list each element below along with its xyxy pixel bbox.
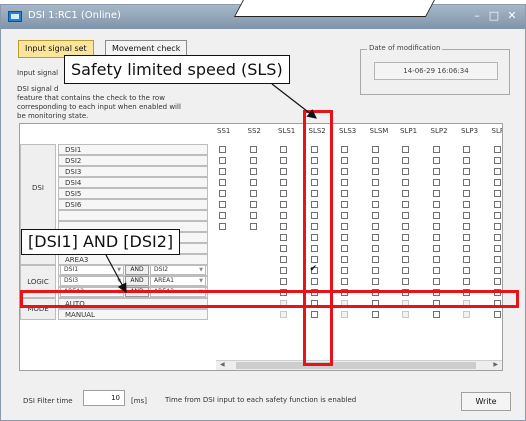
top-callout-box bbox=[233, 0, 439, 17]
arrow-to-logic bbox=[105, 254, 127, 294]
callout-arrows bbox=[105, 83, 317, 294]
arrow-to-sls2 bbox=[271, 83, 317, 119]
